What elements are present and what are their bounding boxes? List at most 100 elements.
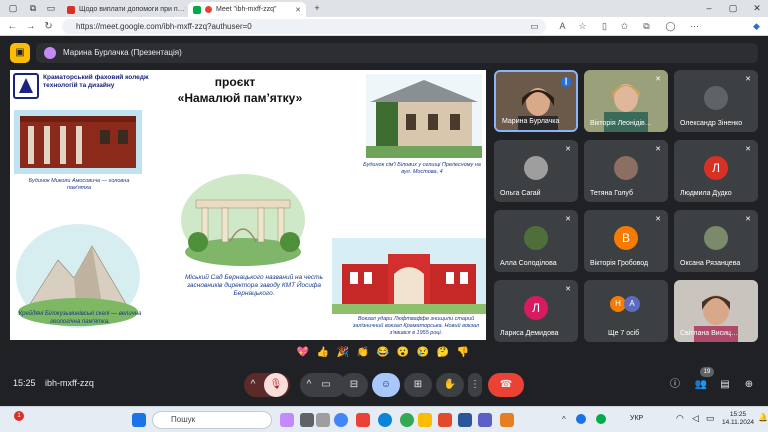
participant-tile[interactable]: ✕ Тетяна Голуб (584, 140, 668, 202)
app-icon[interactable] (356, 413, 370, 427)
camera-icon[interactable]: ▭ (314, 373, 338, 397)
participant-tile[interactable]: ✕ Вікторія Леонідів… (584, 70, 668, 132)
reaction-surprised-icon[interactable]: 😮 (396, 346, 410, 360)
raise-hand-button[interactable]: ✋ (436, 373, 464, 397)
participant-tile[interactable]: Світлана Висиц… (674, 280, 758, 342)
present-screen-icon[interactable]: ▣ (10, 43, 30, 63)
system-time: 15:25 (729, 411, 747, 418)
minimize-icon[interactable]: – (702, 2, 716, 15)
close-icon[interactable]: ✕ (295, 6, 301, 14)
notifications-icon[interactable]: 🔔 (758, 413, 768, 422)
tray-app-icon[interactable] (596, 414, 606, 424)
taskbar-search-input[interactable]: Пошук (152, 411, 272, 429)
viber-icon[interactable] (400, 413, 414, 427)
copilot-app-icon[interactable] (280, 413, 294, 427)
tray-expand-icon[interactable]: ^ (562, 415, 566, 424)
participant-tile[interactable]: ❙ Марина Бурлачка (494, 70, 578, 132)
reaction-thinking-icon[interactable]: 🤔 (436, 346, 450, 360)
file-explorer-icon[interactable] (418, 413, 432, 427)
reaction-thumbs-up-icon[interactable]: 👍 (316, 346, 330, 360)
participant-tile[interactable]: ✕ Алла Солоділова (494, 210, 578, 272)
system-clock[interactable]: 15:25 14.11.2024 (722, 411, 754, 427)
task-view-icon[interactable] (300, 413, 314, 427)
back-icon[interactable]: ← (6, 20, 19, 33)
app-icon[interactable] (500, 413, 514, 427)
split-screen-icon[interactable]: ▯ (598, 20, 611, 33)
avatar: А (624, 296, 640, 312)
new-tab-button[interactable]: + (310, 2, 324, 15)
people-icon[interactable]: 👥 (694, 378, 708, 392)
avatar (614, 156, 638, 180)
more-participants-tile[interactable]: Н А Ще 7 осіб (584, 280, 668, 342)
garden-illustration (178, 170, 308, 270)
participant-tile[interactable]: ✕ Ольга Сагай (494, 140, 578, 202)
rocks-caption: Крейдяні Білокузьминівські скелі — велич… (18, 311, 142, 325)
close-window-icon[interactable]: ✕ (750, 2, 764, 15)
mic-off-icon: ✕ (745, 76, 751, 83)
mic-off-button[interactable]: 🎙 (264, 373, 288, 397)
favorite-star-icon[interactable]: ☆ (576, 20, 589, 33)
participant-name: Алла Солоділова (500, 260, 557, 267)
participant-tile[interactable]: Л ✕ Лариса Демидова (494, 280, 578, 342)
reaction-heart-icon[interactable]: 💖 (296, 346, 310, 360)
pdf-icon (67, 5, 75, 14)
building-illustration (366, 74, 482, 158)
close-icon[interactable]: ✕ (185, 6, 186, 14)
chat-icon[interactable]: ▤ (718, 378, 732, 392)
forward-icon[interactable]: → (24, 20, 37, 33)
chevron-up-icon[interactable]: ^ (246, 373, 260, 397)
college-name: Краматорський фаховий коледж технологій … (43, 74, 149, 89)
mic-off-icon: ✕ (655, 76, 661, 83)
more-options-button[interactable]: ⋮ (468, 373, 482, 397)
emoji-button[interactable]: ☺ (372, 373, 400, 397)
participant-tile[interactable]: ✕ Олександр Зіненко (674, 70, 758, 132)
station-caption: Вокзал удари Люфтваффе знищили старий за… (352, 316, 480, 336)
camera-in-use-icon[interactable]: ▭ (528, 20, 541, 33)
battery-icon[interactable]: ▭ (706, 413, 715, 424)
participant-tile[interactable]: Л ✕ Людмила Дудко (674, 140, 758, 202)
participant-name: Марина Бурлачка (502, 118, 560, 125)
volume-icon[interactable]: ◁ (692, 413, 699, 424)
tab-meet[interactable]: Meet "ibh-mxff-zzq" ✕ (188, 2, 306, 17)
word-icon[interactable] (458, 413, 472, 427)
leave-call-button[interactable]: ☎ (488, 373, 524, 397)
present-now-button[interactable]: ⊞ (404, 373, 432, 397)
meet-window: ▣ Марина Бурлачка (Презентація) Краматор… (0, 36, 768, 406)
more-options-icon[interactable]: ⋯ (688, 20, 701, 33)
edge-icon[interactable] (378, 413, 392, 427)
language-indicator[interactable]: УКР (630, 415, 643, 422)
reaction-sad-icon[interactable]: 😢 (416, 346, 430, 360)
widgets-icon[interactable] (316, 413, 330, 427)
reaction-clap-icon[interactable]: 👏 (356, 346, 370, 360)
avatar (704, 86, 728, 110)
reaction-laugh-icon[interactable]: 😂 (376, 346, 390, 360)
tab-actions-icon[interactable]: ⧉ (26, 2, 40, 15)
tray-app-icon[interactable] (576, 414, 586, 424)
windows-start-icon[interactable] (132, 413, 146, 427)
refresh-icon[interactable]: ↻ (42, 20, 55, 33)
browser-menu-icon[interactable]: ▢ (6, 2, 20, 15)
collections-icon[interactable]: ⧉ (640, 20, 653, 33)
participant-tile[interactable]: ✕ Оксана Рязанцева (674, 210, 758, 272)
reaction-thumbs-down-icon[interactable]: 👎 (456, 346, 470, 360)
profile-icon[interactable]: ◯ (664, 20, 677, 33)
vertical-tabs-icon[interactable]: ▭ (44, 2, 58, 15)
url-field[interactable]: https://meet.google.com/ibh-mxff-zzq?aut… (62, 19, 546, 34)
wifi-icon[interactable]: ◠ (676, 413, 684, 424)
reaction-party-icon[interactable]: 🎉 (336, 346, 350, 360)
activities-icon[interactable]: ⊕ (742, 378, 756, 392)
maximize-icon[interactable]: ▢ (726, 2, 740, 15)
tab-payment-doc[interactable]: Щодо виплати допомоги при п… ✕ (62, 2, 186, 17)
favorites-icon[interactable]: ✩ (618, 20, 631, 33)
firefox-icon[interactable] (438, 413, 452, 427)
participant-tile[interactable]: В ✕ Вікторія Гробовод (584, 210, 668, 272)
info-icon[interactable]: ⓘ (668, 378, 682, 392)
avatar (524, 156, 548, 180)
teams-icon[interactable] (478, 413, 492, 427)
read-aloud-icon[interactable]: A (556, 20, 569, 33)
copilot-icon[interactable]: ◆ (750, 20, 763, 33)
chrome-icon[interactable] (334, 413, 348, 427)
captions-button[interactable]: ⊟ (340, 373, 368, 397)
avatar (704, 226, 728, 250)
presentation-slide: Краматорський фаховий коледж технологій … (10, 70, 486, 340)
